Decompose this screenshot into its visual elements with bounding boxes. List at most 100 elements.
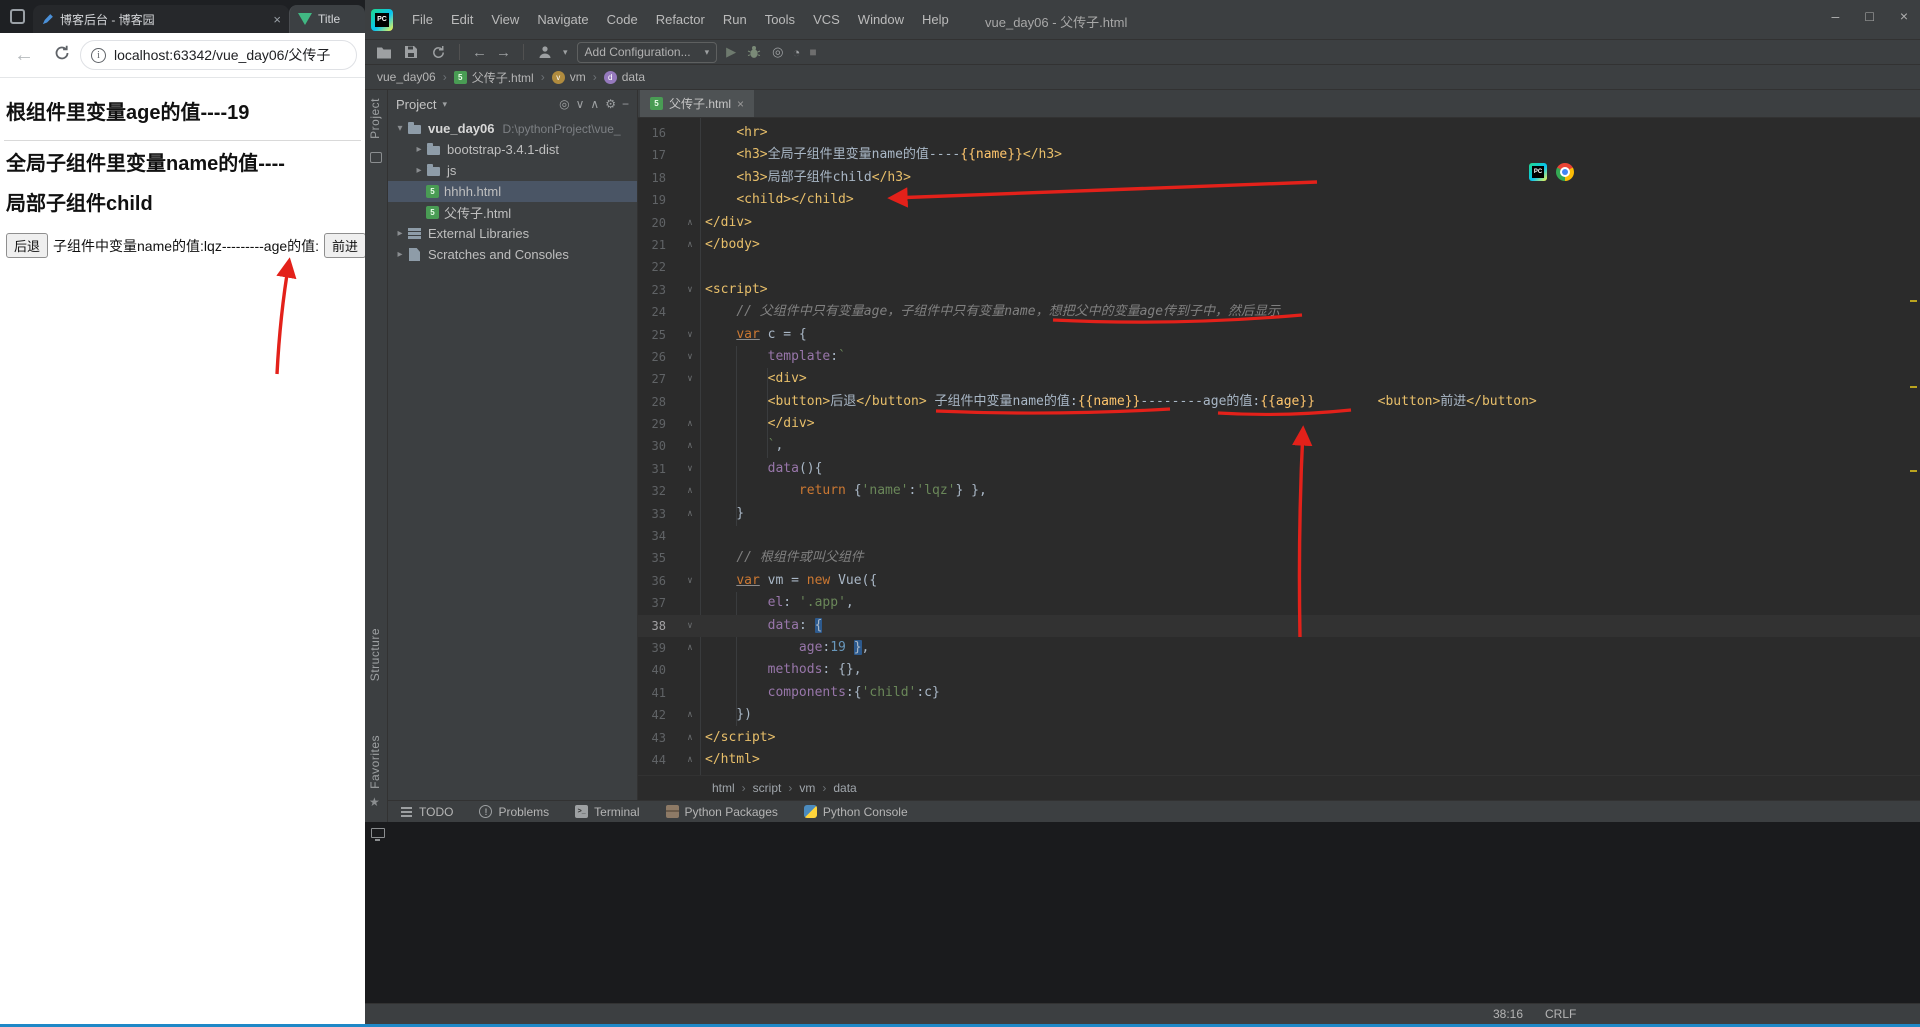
breadcrumb-html[interactable]: html	[710, 781, 737, 795]
fold-marker-icon[interactable]: ∧	[682, 435, 698, 457]
editor-line-41[interactable]: 41 components:{'child':c}	[638, 682, 1920, 704]
toolwindow-terminal[interactable]: Terminal	[575, 805, 640, 819]
editor-line-27[interactable]: 27 ∨ <div>	[638, 368, 1920, 390]
tree-item-js[interactable]: ▸ js	[388, 160, 637, 181]
close-icon[interactable]: ×	[1900, 8, 1908, 24]
menu-help[interactable]: Help	[913, 8, 958, 31]
editor-line-20[interactable]: 20 ∧ </div>	[638, 212, 1920, 234]
editor-line-35[interactable]: 35 // 根组件或叫父组件	[638, 547, 1920, 569]
tab-close-icon[interactable]: ×	[273, 12, 281, 27]
stripe-project-button[interactable]: Project	[368, 98, 382, 139]
hide-panel-icon[interactable]: −	[622, 97, 629, 111]
fold-marker-icon[interactable]: ∧	[682, 704, 698, 726]
editor-tab-active[interactable]: 5 父传子.html ×	[640, 90, 755, 117]
tab-close-icon[interactable]: ×	[737, 97, 744, 111]
breadcrumb-vm[interactable]: v vm	[550, 70, 588, 84]
run-button[interactable]: ▶	[726, 44, 736, 60]
tree-item-External Libraries[interactable]: ▸ External Libraries	[388, 223, 637, 244]
chevron-collapsed-icon[interactable]: ▸	[412, 165, 426, 176]
code-editor[interactable]: 16 <hr> 17 <h3>全局子组件里变量name的值----{{name}}…	[638, 118, 1920, 775]
caret-position-indicator[interactable]: 38:16	[1493, 1007, 1523, 1021]
chevron-collapsed-icon[interactable]: ▸	[393, 249, 407, 260]
save-icon[interactable]	[402, 43, 420, 61]
editor-line-42[interactable]: 42 ∧ })	[638, 704, 1920, 726]
navigate-back-icon[interactable]: ←	[472, 44, 487, 61]
editor-line-44[interactable]: 44 ∧ </html>	[638, 749, 1920, 771]
menu-file[interactable]: File	[403, 8, 442, 31]
fold-marker-icon[interactable]: ∧	[682, 234, 698, 256]
debug-bug-icon[interactable]	[745, 43, 763, 61]
warning-stripe-mark[interactable]	[1910, 300, 1917, 302]
editor-line-19[interactable]: 19 <child></child>	[638, 189, 1920, 211]
collapse-all-icon[interactable]: ∧	[590, 97, 599, 111]
chevron-down-icon[interactable]: ▾	[563, 47, 568, 58]
menu-vcs[interactable]: VCS	[804, 8, 849, 31]
chevron-expanded-icon[interactable]: ▾	[393, 123, 407, 134]
editor-line-36[interactable]: 36 ∨ var vm = new Vue({	[638, 570, 1920, 592]
menu-code[interactable]: Code	[598, 8, 647, 31]
expand-all-icon[interactable]: ∨	[576, 97, 585, 111]
browser-window-icon[interactable]	[10, 9, 25, 24]
fold-marker-icon[interactable]: ∨	[682, 279, 698, 301]
browser-tab-active[interactable]: Title	[289, 5, 365, 33]
stop-button[interactable]: ■	[809, 45, 816, 59]
editor-line-22[interactable]: 22	[638, 256, 1920, 278]
run-configuration-select[interactable]: Add Configuration... ▾	[576, 41, 718, 63]
editor-line-38[interactable]: 38 ∨ data: {	[638, 614, 1920, 637]
menu-view[interactable]: View	[482, 8, 528, 31]
fold-marker-icon[interactable]: ∧	[682, 413, 698, 435]
back-button[interactable]: 后退	[6, 233, 49, 258]
menu-edit[interactable]: Edit	[442, 8, 482, 31]
page-info-icon[interactable]: i	[91, 47, 106, 63]
toolwindow-python-packages[interactable]: Python Packages	[665, 805, 778, 819]
editor-line-39[interactable]: 39 ∧ age:19 },	[638, 637, 1920, 659]
navigate-forward-icon[interactable]: →	[496, 44, 511, 61]
chevron-collapsed-icon[interactable]: ▸	[412, 144, 426, 155]
toolwindow-todo[interactable]: TODO	[400, 805, 453, 819]
address-bar[interactable]: i localhost:63342/vue_day06/父传子	[80, 40, 357, 70]
tree-item-hhhh.html[interactable]: hhhh.html	[388, 181, 637, 202]
editor-line-31[interactable]: 31 ∨ data(){	[638, 458, 1920, 480]
editor-line-33[interactable]: 33 ∧ }	[638, 503, 1920, 525]
menu-window[interactable]: Window	[849, 8, 913, 31]
breadcrumb-file[interactable]: 5 父传子.html	[452, 69, 536, 86]
minimize-icon[interactable]: –	[1832, 8, 1840, 24]
breadcrumb-vm[interactable]: vm	[797, 781, 817, 795]
open-folder-icon[interactable]	[375, 43, 393, 61]
maximize-icon[interactable]: □	[1865, 8, 1873, 24]
editor-line-43[interactable]: 43 ∧ </script>	[638, 727, 1920, 749]
fold-marker-icon[interactable]: ∨	[682, 346, 698, 368]
user-icon[interactable]	[536, 43, 554, 61]
editor-line-29[interactable]: 29 ∧ </div>	[638, 413, 1920, 435]
coverage-icon[interactable]: ◎	[772, 44, 783, 60]
editor-line-16[interactable]: 16 <hr>	[638, 122, 1920, 144]
fold-marker-icon[interactable]: ∧	[682, 480, 698, 502]
fold-marker-icon[interactable]: ∨	[682, 458, 698, 480]
forward-button[interactable]: 前进	[324, 233, 365, 258]
fold-marker-icon[interactable]: ∧	[682, 637, 698, 659]
fold-marker-icon[interactable]: ∧	[682, 212, 698, 234]
editor-line-37[interactable]: 37 el: '.app',	[638, 592, 1920, 614]
toolwindow-problems[interactable]: Problems	[479, 805, 549, 819]
menu-tools[interactable]: Tools	[756, 8, 804, 31]
tool-window-switcher-icon[interactable]	[371, 828, 385, 841]
menu-navigate[interactable]: Navigate	[528, 8, 597, 31]
editor-line-30[interactable]: 30 ∧ `,	[638, 435, 1920, 457]
editor-line-34[interactable]: 34	[638, 525, 1920, 547]
fold-marker-icon[interactable]: ∨	[682, 324, 698, 346]
editor-line-17[interactable]: 17 <h3>全局子组件里变量name的值----{{name}}</h3>	[638, 144, 1920, 166]
breadcrumb-data[interactable]: d data	[602, 70, 647, 84]
tree-item-vue_day06[interactable]: ▾ vue_day06 D:\pythonProject\vue_	[388, 118, 637, 139]
line-ending-indicator[interactable]: CRLF	[1545, 1007, 1576, 1021]
sync-icon[interactable]	[429, 43, 447, 61]
editor-line-28[interactable]: 28 <button>后退</button> 子组件中变量name的值:{{na…	[638, 391, 1920, 413]
fold-marker-icon[interactable]: ∨	[682, 368, 698, 390]
back-arrow-icon[interactable]: ←	[14, 44, 34, 67]
browser-tab-blog[interactable]: 博客后台 - 博客园 ×	[33, 5, 289, 33]
tree-item-Scratches and Consoles[interactable]: ▸ Scratches and Consoles	[388, 244, 637, 265]
refresh-icon[interactable]	[54, 45, 70, 66]
editor-line-32[interactable]: 32 ∧ return {'name':'lqz'} },	[638, 480, 1920, 502]
breadcrumb-script[interactable]: script	[751, 781, 784, 795]
fold-marker-icon[interactable]: ∨	[682, 570, 698, 592]
chrome-preview-icon[interactable]	[1556, 163, 1574, 181]
